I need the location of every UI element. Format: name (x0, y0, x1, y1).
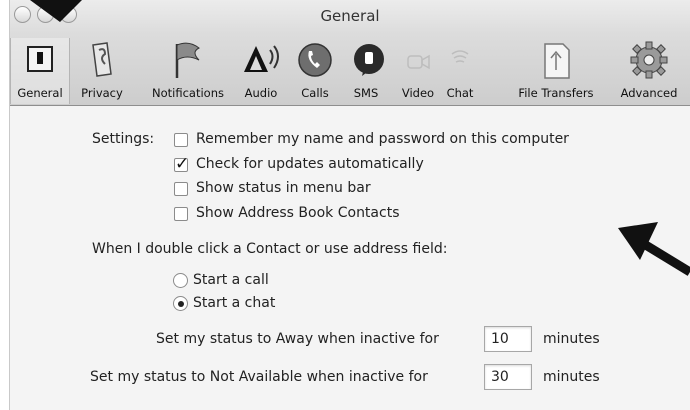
title-bar[interactable]: General (10, 0, 690, 34)
speaker-icon (238, 38, 284, 82)
tab-video-label: Video (401, 86, 435, 100)
away-minutes-field[interactable]: 10 (484, 326, 532, 352)
check-updates-checkbox[interactable]: ✓ (174, 154, 189, 174)
tab-privacy-label: Privacy (81, 86, 123, 100)
tab-notifications-label: Notifications (152, 86, 224, 100)
show-address-book-checkbox[interactable] (174, 207, 188, 221)
radio-selected-dot (177, 300, 184, 307)
general-switch-icon (17, 38, 63, 82)
tab-chat-label: Chat (446, 86, 474, 100)
chat-icon (442, 38, 478, 82)
tab-audio-label: Audio (244, 86, 278, 100)
tab-file-transfers-label: File Transfers (518, 86, 594, 100)
tab-general-label: General (17, 86, 63, 100)
tab-video[interactable]: Video (396, 38, 440, 104)
settings-label: Settings: (92, 131, 155, 147)
double-click-label: When I double click a Contact or use add… (92, 241, 448, 257)
away-unit: minutes (543, 331, 600, 347)
tab-sms[interactable]: SMS (346, 38, 386, 104)
video-icon (396, 38, 442, 82)
not-available-unit: minutes (543, 369, 600, 385)
not-available-minutes-field[interactable]: 30 (484, 364, 532, 390)
gear-icon (626, 38, 672, 82)
tab-notifications[interactable]: Notifications (142, 38, 234, 104)
show-status-menubar-checkbox[interactable] (174, 182, 188, 196)
show-status-menubar-label[interactable]: Show status in menu bar (196, 180, 371, 196)
away-label: Set my status to Away when inactive for (156, 331, 439, 347)
phone-icon (292, 38, 338, 82)
start-chat-radio[interactable] (173, 296, 188, 311)
check-updates-label[interactable]: Check for updates automatically (196, 156, 424, 172)
remember-password-label[interactable]: Remember my name and password on this co… (196, 131, 569, 147)
annotation-arrow-top (30, 0, 82, 22)
not-available-label: Set my status to Not Available when inac… (90, 369, 428, 385)
start-call-label[interactable]: Start a call (193, 272, 269, 288)
window-title: General (320, 7, 380, 25)
tab-chat[interactable]: Chat (442, 38, 478, 104)
tab-advanced-label: Advanced (620, 86, 678, 100)
window-left-edge (0, 0, 10, 410)
show-address-book-label[interactable]: Show Address Book Contacts (196, 205, 400, 221)
tab-privacy[interactable]: Privacy (74, 38, 130, 104)
remember-password-checkbox[interactable] (174, 133, 188, 147)
tab-audio[interactable]: Audio (236, 38, 286, 104)
preferences-window: General General Privacy Notifications Au… (0, 0, 690, 410)
file-transfer-icon (533, 38, 579, 82)
tab-advanced[interactable]: Advanced (612, 38, 686, 104)
checkmark-icon: ✓ (175, 154, 190, 174)
start-chat-label[interactable]: Start a chat (193, 295, 275, 311)
tab-sms-label: SMS (353, 86, 379, 100)
start-call-radio[interactable] (173, 273, 188, 288)
annotation-arrow-right (618, 222, 690, 276)
tab-calls[interactable]: Calls (292, 38, 338, 104)
tab-file-transfers[interactable]: File Transfers (510, 38, 602, 104)
flag-icon (165, 38, 211, 82)
preferences-toolbar: General Privacy Notifications Audio Call… (10, 34, 690, 106)
tab-calls-label: Calls (301, 86, 329, 100)
sms-icon (346, 38, 392, 82)
privacy-icon (79, 38, 125, 82)
tab-general[interactable]: General (10, 38, 70, 104)
